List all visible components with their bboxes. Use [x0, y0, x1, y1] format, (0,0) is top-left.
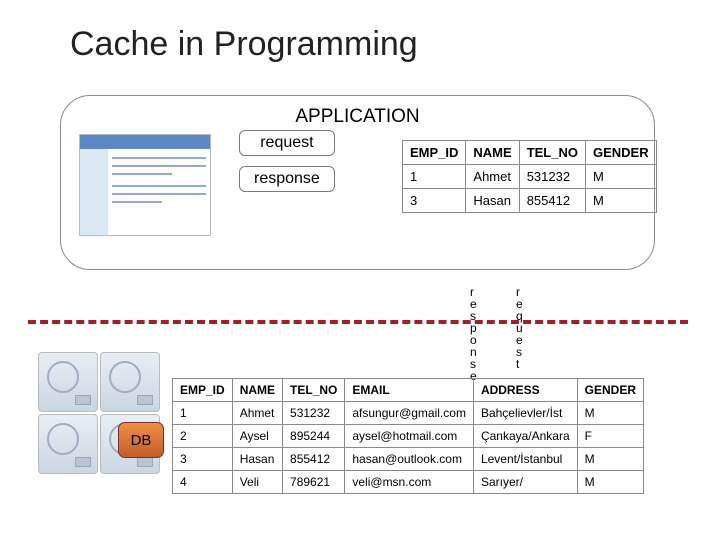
db-col-telno: TEL_NO	[283, 379, 345, 402]
db-col-gender: GENDER	[577, 379, 643, 402]
hdd-icon	[38, 414, 98, 474]
application-label: APPLICATION	[79, 106, 636, 128]
cache-col-telno: TEL_NO	[519, 141, 585, 165]
cache-col-name: NAME	[466, 141, 519, 165]
hdd-icon	[100, 352, 160, 412]
cache-col-empid: EMP_ID	[403, 141, 466, 165]
table-row: 1 Ahmet 531232 M	[403, 165, 657, 189]
vertical-request-label: request	[516, 286, 523, 370]
table-row: 1 Ahmet 531232 afsungur@gmail.com Bahçel…	[173, 402, 644, 425]
divider-dashed	[28, 320, 688, 324]
table-row: 3 Hasan 855412 M	[403, 189, 657, 213]
request-label: request	[239, 130, 335, 156]
page-title: Cache in Programming	[70, 25, 418, 64]
slide: Cache in Programming APPLICATION request…	[0, 0, 720, 540]
table-row: 2 Aysel 895244 aysel@hotmail.com Çankaya…	[173, 425, 644, 448]
db-label: DB	[118, 422, 164, 458]
ide-screenshot-thumb	[79, 134, 211, 236]
vertical-response-label: response	[470, 286, 477, 382]
table-row: 3 Hasan 855412 hasan@outlook.com Levent/…	[173, 448, 644, 471]
db-col-empid: EMP_ID	[173, 379, 233, 402]
response-label: response	[239, 166, 335, 192]
db-table: EMP_ID NAME TEL_NO EMAIL ADDRESS GENDER …	[172, 378, 644, 494]
table-row: 4 Veli 789621 veli@msn.com Sarıyer/ M	[173, 471, 644, 494]
cache-table: EMP_ID NAME TEL_NO GENDER 1 Ahmet 531232…	[402, 140, 657, 213]
db-col-address: ADDRESS	[473, 379, 577, 402]
db-col-name: NAME	[232, 379, 282, 402]
cache-col-gender: GENDER	[585, 141, 656, 165]
db-col-email: EMAIL	[345, 379, 474, 402]
hdd-icon	[38, 352, 98, 412]
